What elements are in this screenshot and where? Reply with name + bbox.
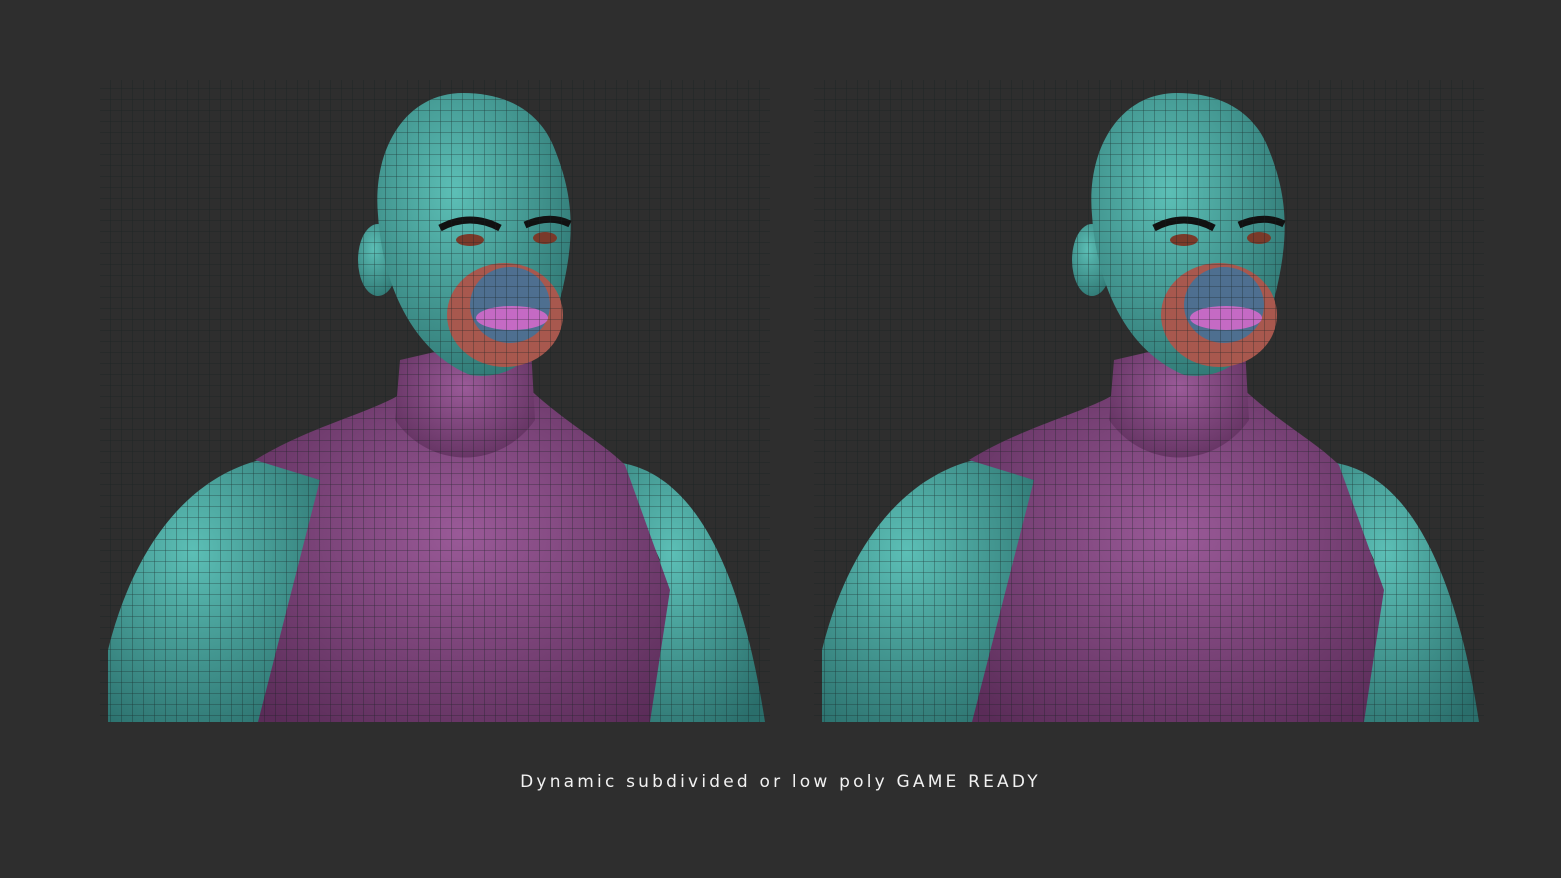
- renders: [0, 0, 1561, 878]
- low-poly-render: [814, 80, 1484, 722]
- caption: Dynamic subdivided or low poly GAME READ…: [520, 772, 1041, 792]
- subdivided-render: [100, 80, 770, 722]
